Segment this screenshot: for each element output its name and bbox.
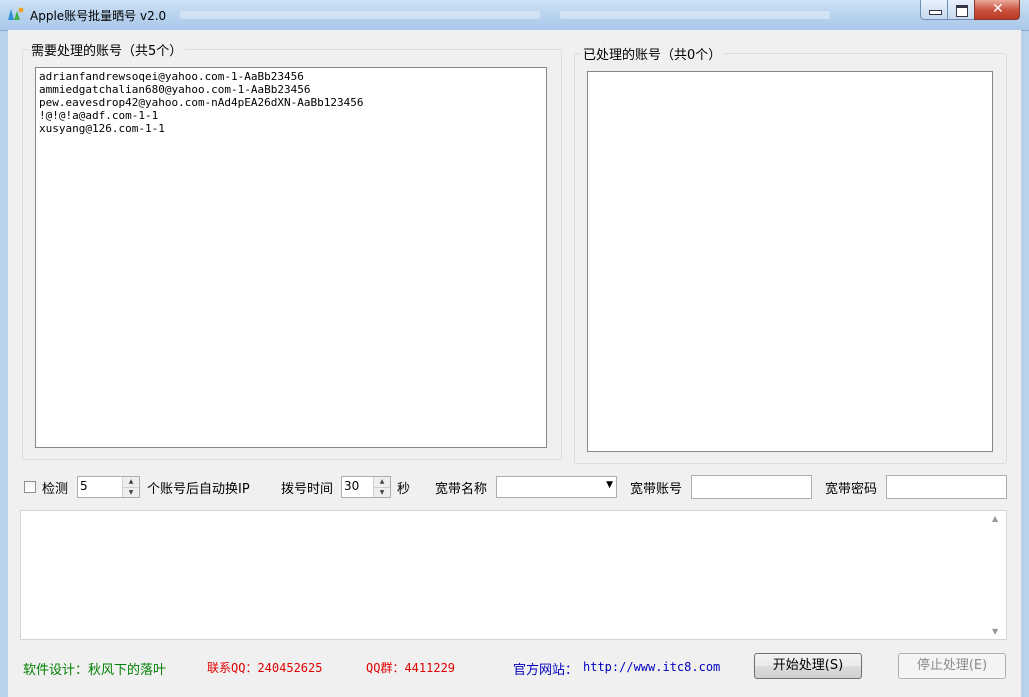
scroll-up-icon[interactable]: ▲ <box>992 514 998 523</box>
broadband-account-label: 宽带账号 <box>630 482 683 497</box>
broadband-name-select[interactable]: ▼ <box>496 476 617 498</box>
log-output[interactable]: ▲ ▼ <box>20 510 1007 640</box>
detect-checkbox[interactable] <box>24 481 36 493</box>
window-title: Apple账号批量晒号 v2.0 <box>30 9 167 23</box>
scroll-down-icon[interactable]: ▼ <box>992 627 998 636</box>
maximize-button[interactable] <box>947 0 975 20</box>
processed-accounts-title: 已处理的账号（共0个） <box>583 48 722 63</box>
pending-accounts-list[interactable]: adrianfandrewsoqei@yahoo.com-1-AaBb23456… <box>35 67 547 448</box>
maximize-icon <box>956 5 968 17</box>
switch-count-stepper[interactable]: ▲ ▼ <box>77 476 140 498</box>
list-item[interactable]: ammiedgatchalian680@yahoo.com-1-AaBb2345… <box>39 83 543 96</box>
title-ghost <box>560 11 830 19</box>
chevron-down-icon[interactable]: ▼ <box>606 480 613 490</box>
switch-count-suffix: 个账号后自动换IP <box>147 482 250 497</box>
processed-accounts-list[interactable] <box>587 71 993 452</box>
detect-label: 检测 <box>42 482 69 497</box>
close-icon: ✕ <box>992 1 1004 17</box>
spin-up-icon[interactable]: ▲ <box>374 477 390 487</box>
dial-time-stepper[interactable]: ▲ ▼ <box>341 476 391 498</box>
client-area: 需要处理的账号（共5个） adrianfandrewsoqei@yahoo.co… <box>8 30 1021 697</box>
switch-count-arrows[interactable]: ▲ ▼ <box>122 477 139 497</box>
pending-accounts-title: 需要处理的账号（共5个） <box>31 44 183 59</box>
close-button[interactable]: ✕ <box>974 0 1020 20</box>
official-site-label: 官方网站： <box>513 663 579 678</box>
switch-count-input[interactable] <box>80 479 120 493</box>
dial-time-label: 拨号时间 <box>281 482 334 497</box>
spin-up-icon[interactable]: ▲ <box>123 477 139 487</box>
title-ghost <box>180 11 540 19</box>
broadband-account-input[interactable] <box>691 475 812 499</box>
dial-time-input[interactable] <box>344 479 372 493</box>
title-bar[interactable]: Apple账号批量晒号 v2.0 ✕ <box>0 0 1029 31</box>
window-frame-left <box>0 30 8 697</box>
spin-down-icon[interactable]: ▼ <box>123 487 139 497</box>
app-icon <box>8 7 24 20</box>
start-button[interactable]: 开始处理(S) <box>754 653 862 679</box>
log-scrollbar[interactable]: ▲ ▼ <box>989 511 1006 639</box>
list-item[interactable]: !@!@!a@adf.com-1-1 <box>39 109 543 122</box>
contact-qq: 联系QQ：240452625 <box>207 661 323 675</box>
qq-group: QQ群：4411229 <box>366 661 456 675</box>
dial-time-unit: 秒 <box>397 482 411 497</box>
dial-time-arrows[interactable]: ▲ ▼ <box>373 477 390 497</box>
design-credit: 软件设计：秋风下的落叶 <box>23 663 167 678</box>
window-frame-right <box>1021 30 1029 697</box>
stop-button[interactable]: 停止处理(E) <box>898 653 1006 679</box>
official-site-link[interactable]: http://www.itc8.com <box>583 660 720 674</box>
list-item[interactable]: pew.eavesdrop42@yahoo.com-nAd4pEA26dXN-A… <box>39 96 543 109</box>
broadband-password-label: 宽带密码 <box>825 482 878 497</box>
spin-down-icon[interactable]: ▼ <box>374 487 390 497</box>
minimize-button[interactable] <box>920 0 948 20</box>
broadband-name-label: 宽带名称 <box>435 482 488 497</box>
minimize-icon <box>929 10 942 15</box>
list-item[interactable]: xusyang@126.com-1-1 <box>39 122 543 135</box>
list-item[interactable]: adrianfandrewsoqei@yahoo.com-1-AaBb23456 <box>39 70 543 83</box>
broadband-password-input[interactable] <box>886 475 1007 499</box>
